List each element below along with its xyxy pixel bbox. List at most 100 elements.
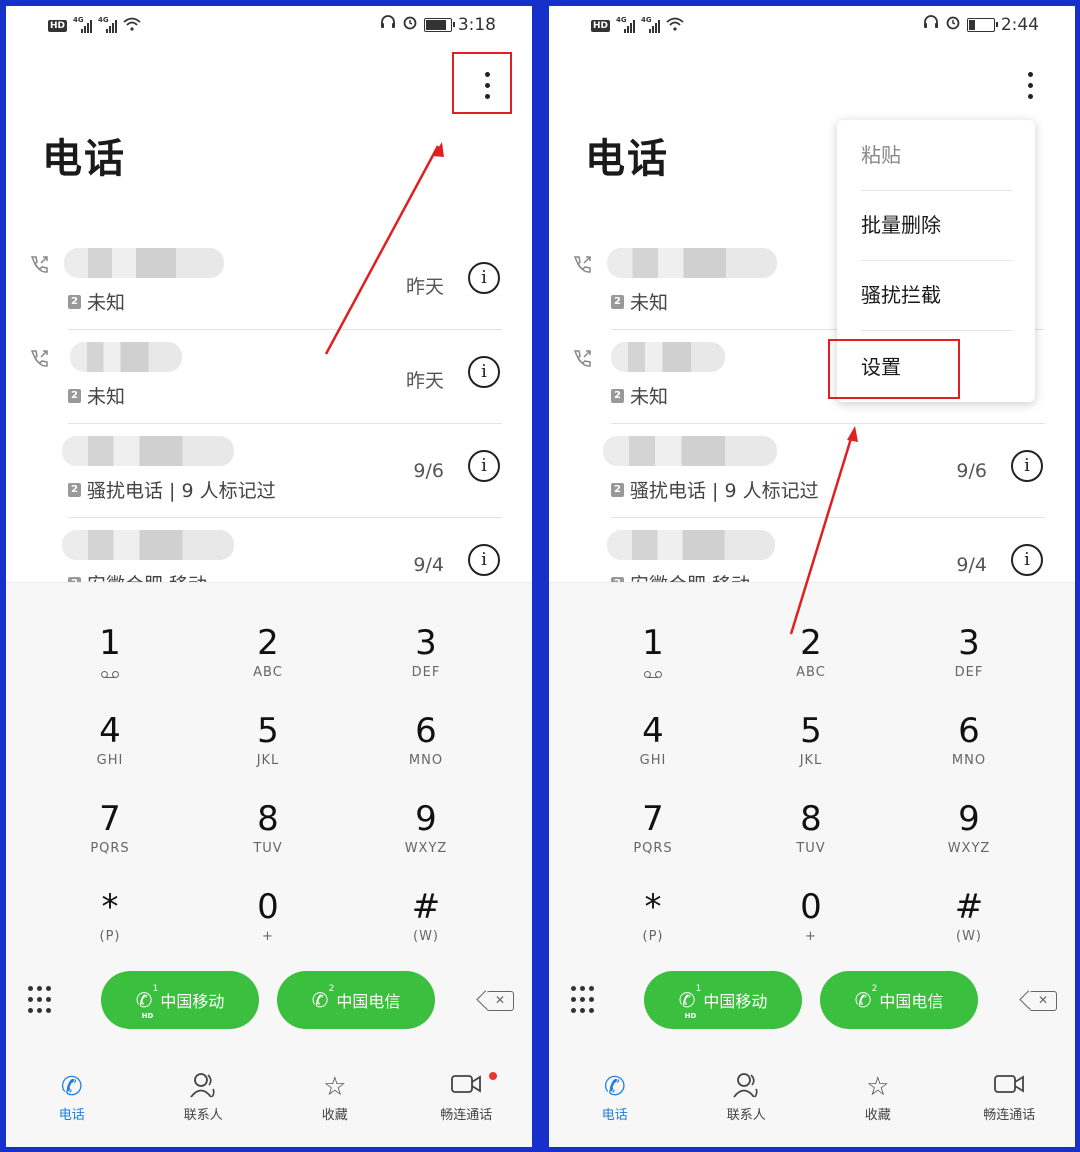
key-3[interactable]: 3 DEF [904,623,1034,703]
blurred-contact-name [611,342,725,372]
hd-icon: HD [591,19,611,32]
key-8[interactable]: 8 TUV [746,799,876,879]
sim-badge-icon: 2 [68,294,81,309]
call-log-row[interactable]: 2 骚扰电话 | 9 人标记过 9/6 i [6,424,532,518]
sim-badge-icon: 2 [611,388,624,403]
call-button-sim1[interactable]: ✆ 1 HD 中国移动 [644,971,802,1029]
phone-sim2-icon: ✆ 2 [311,984,335,1012]
key-2[interactable]: 2 ABC [203,623,333,703]
key-0[interactable]: 0 + [746,887,876,967]
outgoing-call-icon [573,256,591,273]
info-icon[interactable]: i [1011,544,1043,576]
sim-badge-icon: 2 [68,482,81,497]
call-button-sim2[interactable]: ✆ 2 中国电信 [277,971,435,1029]
wifi-icon [666,16,684,35]
key-7[interactable]: 7 PQRS [45,799,175,879]
key-1[interactable]: 1 [45,623,175,703]
settings-highlight [828,339,960,399]
call-date: 9/4 [413,554,444,576]
tab-meetime[interactable]: 畅连通话 [949,1070,1069,1123]
key-hash[interactable]: # (W) [904,887,1034,967]
signal-icon-sim2: 4G [98,16,118,33]
phone-icon: ✆ [603,1072,626,1102]
star-icon: ☆ [323,1072,347,1102]
battery-icon [966,17,998,32]
phone-sim1-icon: ✆ 1 HD [135,984,159,1020]
call-log-row[interactable]: 2安徽合肥 移动 9/4 i [6,518,532,582]
key-5[interactable]: 5 JKL [203,711,333,791]
keypad-toggle-icon[interactable] [571,986,595,1016]
key-0[interactable]: 0 + [203,887,333,967]
key-1[interactable]: 1 [588,623,718,703]
info-icon[interactable]: i [468,262,500,294]
call-date: 9/4 [956,554,987,576]
key-5[interactable]: 5 JKL [746,711,876,791]
key-9[interactable]: 9 WXYZ [361,799,491,879]
tab-favorites[interactable]: ☆ 收藏 [818,1070,938,1123]
key-7[interactable]: 7 PQRS [588,799,718,879]
alarm-icon [945,14,961,35]
menu-item-spam-block[interactable]: 骚扰拦截 [861,260,1013,331]
tab-phone[interactable]: ✆ 电话 [12,1070,132,1123]
outgoing-call-icon [30,256,48,273]
call-date: 9/6 [956,460,987,482]
more-menu-icon[interactable] [1028,72,1034,99]
call-button-sim1[interactable]: ✆ 1 HD 中国移动 [101,971,259,1029]
tab-phone[interactable]: ✆ 电话 [555,1070,675,1123]
call-date: 昨天 [405,370,444,392]
backspace-icon[interactable]: ✕ [1029,991,1057,1011]
key-4[interactable]: 4 GHI [45,711,175,791]
call-log-row[interactable]: 2 骚扰电话 | 9 人标记过 9/6 i [549,424,1075,518]
backspace-icon[interactable]: ✕ [486,991,514,1011]
key-8[interactable]: 8 TUV [203,799,333,879]
info-icon[interactable]: i [1011,450,1043,482]
key-star[interactable]: * (P) [588,887,718,967]
call-log-list: 2 未知 昨天 i 2 未知 昨天 i 2 骚扰电话 | 9 人标记过 9/6 i 2… [6,236,532,582]
key-4[interactable]: 4 GHI [588,711,718,791]
key-2[interactable]: 2 ABC [746,623,876,703]
voicemail-icon [101,671,119,678]
signal-icon-sim1: 4G [616,16,636,33]
contacts-icon [686,1070,806,1104]
tab-favorites[interactable]: ☆ 收藏 [275,1070,395,1123]
call-button-sim2[interactable]: ✆ 2 中国电信 [820,971,978,1029]
key-hash[interactable]: # (W) [361,887,491,967]
sim-badge-icon: 2 [611,294,624,309]
more-menu-highlight [452,52,512,114]
info-icon[interactable]: i [468,450,500,482]
call-log-row[interactable]: 2 未知 昨天 i [6,236,532,330]
outgoing-call-icon [30,350,48,367]
key-6[interactable]: 6 MNO [904,711,1034,791]
tab-contacts[interactable]: 联系人 [143,1070,263,1123]
tab-meetime[interactable]: 畅连通话 [406,1070,526,1123]
menu-item-paste[interactable]: 粘贴 [861,120,1013,191]
call-date: 9/6 [413,460,444,482]
key-6[interactable]: 6 MNO [361,711,491,791]
tab-contacts[interactable]: 联系人 [686,1070,806,1123]
left-phone-screen: HD 4G 4G 3:18 电话 2 未知 昨天 i 2 未知 昨天 i 2 骚… [6,6,532,1147]
bottom-nav: ✆ 电话 联系人 ☆ 收藏 畅连通话 [549,1070,1075,1147]
page-title: 电话 [585,136,669,182]
phone-icon: ✆ [60,1072,83,1102]
call-subtitle: 未知 [630,386,669,408]
wifi-icon [123,16,141,35]
key-3[interactable]: 3 DEF [361,623,491,703]
blurred-contact-name [70,342,182,372]
contacts-icon [143,1070,263,1104]
sim-badge-icon: 2 [611,482,624,497]
call-subtitle: 安徽合肥 移动 [87,570,207,582]
info-icon[interactable]: i [468,544,500,576]
key-star[interactable]: * (P) [45,887,175,967]
call-log-row[interactable]: 2 未知 昨天 i [6,330,532,424]
info-icon[interactable]: i [468,356,500,388]
voicemail-icon [644,671,662,678]
headphone-icon [380,14,396,35]
call-subtitle: 未知 [87,292,126,314]
key-9[interactable]: 9 WXYZ [904,799,1034,879]
keypad-toggle-icon[interactable] [28,986,52,1016]
star-icon: ☆ [866,1072,890,1102]
blurred-contact-name [62,436,234,466]
blurred-contact-name [607,530,775,560]
menu-item-batch-delete[interactable]: 批量删除 [861,190,1013,261]
call-log-row[interactable]: 2安徽合肥 移动 9/4 i [549,518,1075,582]
